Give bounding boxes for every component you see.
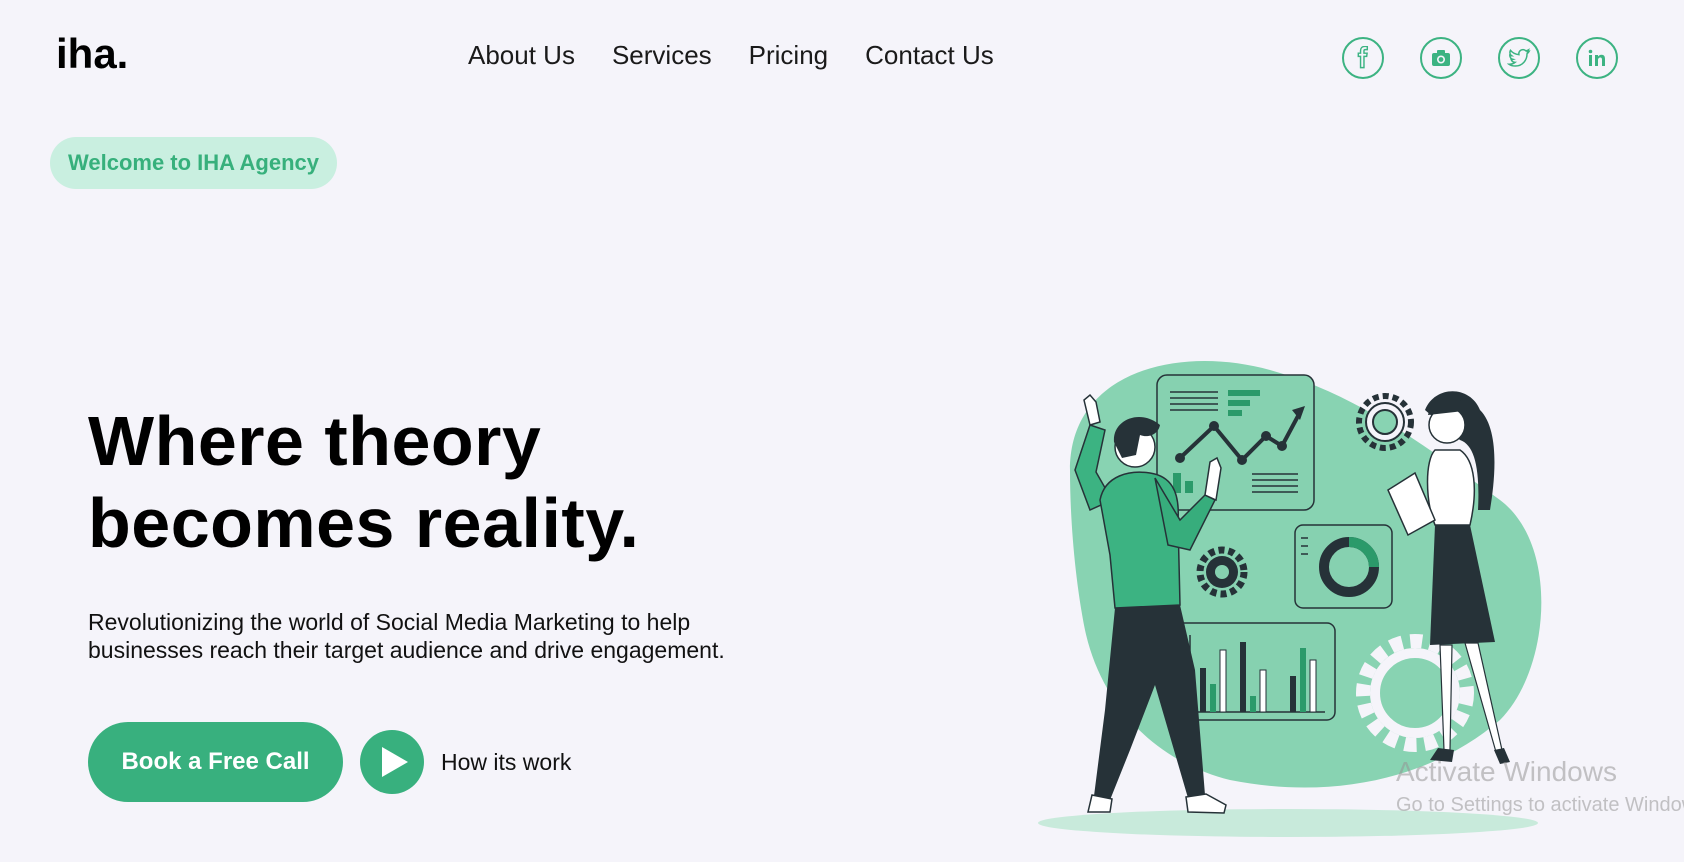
social-links bbox=[1342, 37, 1618, 79]
hero-subtitle: Revolutionizing the world of Social Medi… bbox=[88, 608, 788, 664]
subtitle-line-1: Revolutionizing the world of Social Medi… bbox=[88, 609, 691, 635]
hero-headline: Where theory becomes reality. bbox=[88, 400, 639, 564]
donut-chart-panel bbox=[1294, 524, 1393, 609]
line-chart-panel bbox=[1156, 374, 1315, 511]
nav-pricing[interactable]: Pricing bbox=[749, 40, 828, 71]
twitter-icon[interactable] bbox=[1498, 37, 1540, 79]
nav-services[interactable]: Services bbox=[612, 40, 712, 71]
book-free-call-button[interactable]: Book a Free Call bbox=[88, 722, 343, 802]
headline-line-1: Where theory bbox=[88, 402, 542, 480]
landing-page: iha. About Us Services Pricing Contact U… bbox=[0, 0, 1684, 862]
linkedin-icon[interactable] bbox=[1576, 37, 1618, 79]
how-it-works-link[interactable]: How its work bbox=[441, 749, 571, 776]
play-video-button[interactable] bbox=[360, 730, 424, 794]
main-nav: About Us Services Pricing Contact Us bbox=[468, 40, 1031, 71]
windows-activation-watermark: Activate Windows Go to Settings to activ… bbox=[1396, 756, 1684, 817]
watermark-subtitle: Go to Settings to activate Windows. bbox=[1396, 794, 1684, 816]
camera-icon[interactable] bbox=[1420, 37, 1462, 79]
nav-about-us[interactable]: About Us bbox=[468, 40, 575, 71]
welcome-badge: Welcome to IHA Agency bbox=[50, 137, 338, 189]
facebook-icon[interactable] bbox=[1342, 37, 1384, 79]
nav-contact-us[interactable]: Contact Us bbox=[865, 40, 994, 71]
subtitle-line-2: businesses reach their target audience a… bbox=[88, 637, 725, 663]
play-icon bbox=[382, 747, 408, 777]
logo[interactable]: iha. bbox=[56, 30, 128, 78]
gear-icon-top bbox=[1356, 393, 1414, 451]
headline-line-2: becomes reality. bbox=[88, 484, 640, 562]
watermark-title: Activate Windows bbox=[1396, 756, 1617, 787]
